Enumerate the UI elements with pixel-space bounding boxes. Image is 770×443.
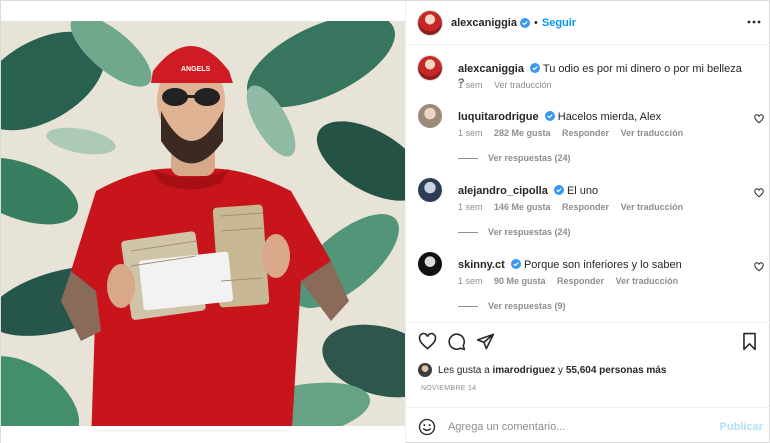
verified-badge-icon [553, 185, 564, 195]
view-replies-button[interactable]: Ver respuestas (9) [457, 301, 566, 311]
verified-badge-icon [530, 63, 541, 73]
replies-line [457, 158, 478, 160]
reply-button[interactable]: Responder [562, 128, 609, 138]
comment-text: Hacelos mierda, Alex [557, 111, 662, 123]
verified-badge-icon [520, 17, 530, 28]
follow-button[interactable]: Seguir [542, 17, 576, 29]
share-icon[interactable] [476, 332, 495, 351]
comment-avatar[interactable] [417, 252, 442, 276]
post-header: alexcaniggia • Seguir [405, 1, 770, 45]
caption-username[interactable]: alexcaniggia [458, 63, 524, 75]
likes-count[interactable]: 55,604 personas más [566, 365, 667, 376]
bookmark-icon[interactable] [740, 332, 759, 351]
post-side-panel: alexcaniggia • Seguir alexcaniggia Tu od… [404, 1, 770, 443]
heart-icon[interactable] [754, 188, 764, 198]
comment-time[interactable]: 1 sem [458, 202, 483, 212]
post-photo[interactable]: ANGELS [1, 1, 405, 443]
comment-icon[interactable] [447, 332, 466, 351]
comment-likes[interactable]: 146 Me gusta [494, 202, 551, 212]
post-date[interactable]: NOVIEMBRE 14 [421, 385, 476, 392]
comment-username[interactable]: skinny.ct [458, 259, 505, 271]
liker-avatar[interactable] [417, 363, 432, 377]
reply-button[interactable]: Responder [557, 276, 604, 286]
likes-text: Les gusta a imarodriguez y 55,604 person… [438, 365, 666, 376]
emoji-icon[interactable] [418, 418, 436, 436]
verified-badge-icon [544, 111, 555, 121]
likes-summary: Les gusta a imarodriguez y 55,604 person… [417, 361, 666, 379]
translate-button[interactable]: Ver traducción [616, 276, 679, 286]
caption-translate[interactable]: Ver traducción [494, 80, 552, 90]
caption-avatar[interactable] [417, 56, 442, 80]
view-replies-button[interactable]: Ver respuestas (24) [457, 153, 571, 163]
likes-joiner: y [558, 364, 564, 376]
comment-likes[interactable]: 282 Me gusta [494, 128, 551, 138]
comment-time[interactable]: 1 sem [458, 128, 483, 138]
comment-avatar[interactable] [417, 104, 442, 128]
svg-text:ANGELS: ANGELS [181, 66, 211, 73]
heart-icon[interactable] [418, 332, 437, 351]
header-separator: • [534, 16, 538, 29]
author-username[interactable]: alexcaniggia [451, 17, 517, 29]
photo-bottom-margin [1, 426, 405, 443]
photo-illustration: ANGELS [1, 1, 405, 443]
translate-button[interactable]: Ver traducción [621, 202, 684, 212]
view-replies-label: Ver respuestas (24) [487, 227, 571, 237]
view-replies-button[interactable]: Ver respuestas (24) [457, 227, 571, 237]
comment-input[interactable] [447, 416, 708, 438]
caption-time[interactable]: 1 sem [458, 80, 483, 90]
comment-likes[interactable]: 90 Me gusta [494, 276, 546, 286]
heart-icon[interactable] [754, 114, 764, 124]
verified-badge-icon [510, 259, 521, 269]
comment-text: Porque son inferiores y lo saben [523, 259, 682, 271]
replies-line [457, 306, 478, 308]
comment-username[interactable]: alejandro_cipolla [458, 185, 548, 197]
action-bar [405, 322, 770, 360]
more-options-icon[interactable] [747, 15, 761, 29]
view-replies-label: Ver respuestas (9) [487, 301, 566, 311]
comment-avatar[interactable] [417, 178, 442, 202]
likes-prefix: Les gusta a [437, 364, 490, 376]
replies-line [457, 232, 478, 234]
comment-username[interactable]: luquitarodrigue [458, 111, 539, 123]
add-comment-bar: Publicar [405, 407, 770, 443]
translate-button[interactable]: Ver traducción [621, 128, 684, 138]
view-replies-label: Ver respuestas (24) [487, 153, 571, 163]
author-avatar[interactable] [417, 10, 442, 35]
photo-top-margin [1, 1, 405, 21]
reply-button[interactable]: Responder [562, 202, 609, 212]
comment-time[interactable]: 1 sem [458, 276, 483, 286]
publish-button[interactable]: Publicar [720, 421, 763, 433]
likes-user[interactable]: imarodriguez [492, 365, 555, 376]
instagram-post: ANGELS alexcaniggia • Seguir alexcaniggi… [0, 0, 770, 443]
heart-icon[interactable] [754, 262, 764, 272]
comment-text: El uno [566, 185, 599, 197]
